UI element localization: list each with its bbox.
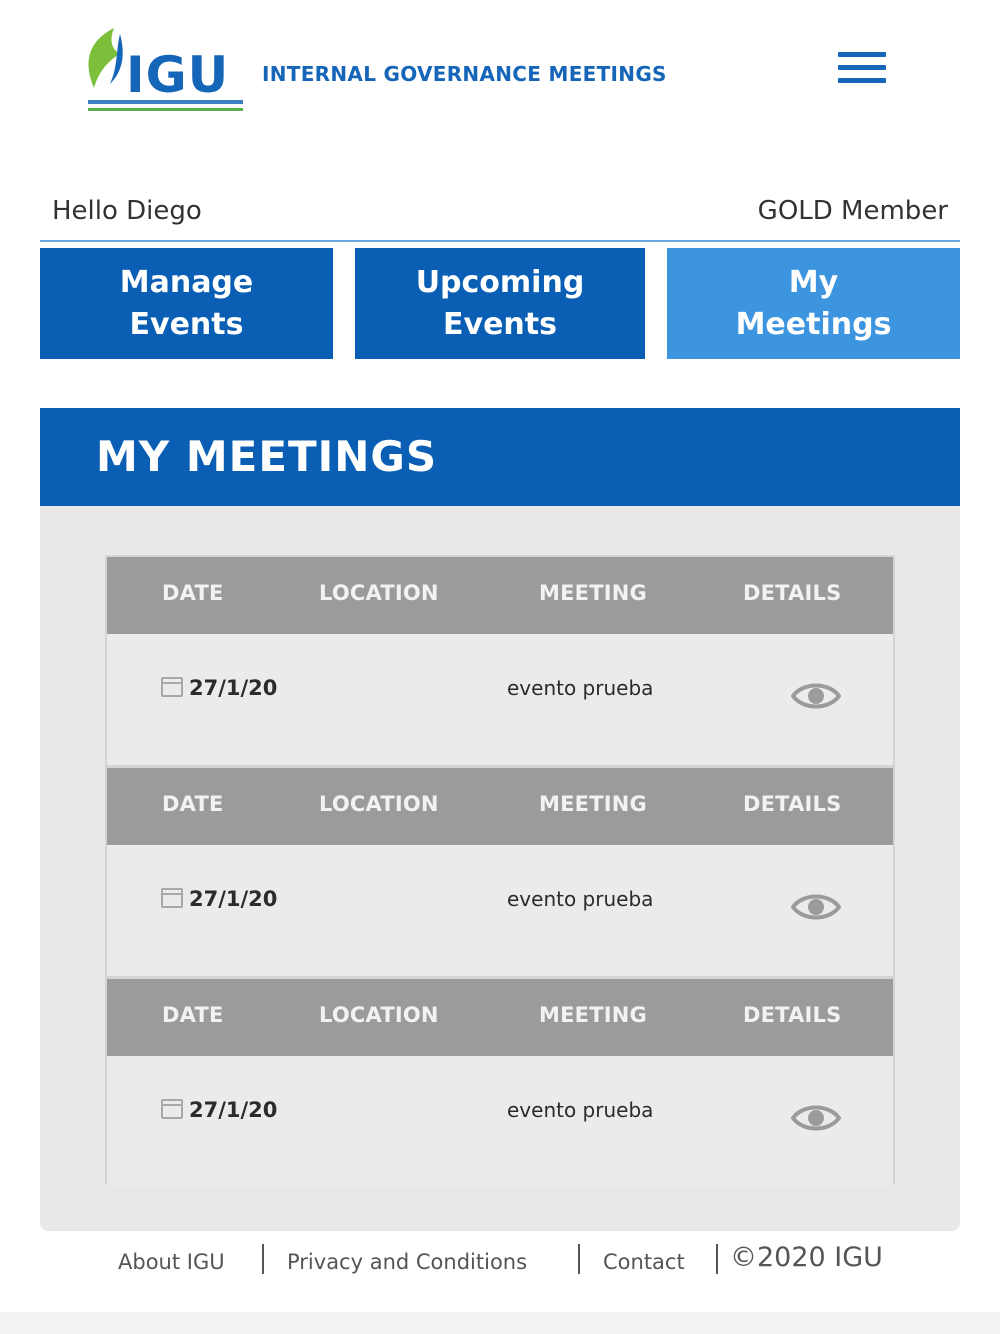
tab-upcoming-events[interactable]: Upcoming Events [355, 248, 645, 359]
column-header-location: LOCATION [319, 581, 439, 605]
column-header-details: DETAILS [743, 792, 842, 816]
logo-subtext-line [88, 100, 243, 104]
table-header: DATE LOCATION MEETING DETAILS [107, 979, 893, 1056]
logo-subtext-line-2 [88, 108, 243, 111]
leaf-icon [88, 28, 123, 88]
membership-level: GOLD Member [757, 196, 948, 226]
section-header: MY MEETINGS [40, 408, 960, 506]
column-header-location: LOCATION [319, 1003, 439, 1027]
meetings-table: DATE LOCATION MEETING DETAILS 27/1/20 ev… [105, 555, 895, 1187]
calendar-icon [161, 888, 183, 908]
table-row: 27/1/20 evento prueba [107, 845, 893, 976]
column-header-meeting: MEETING [539, 1003, 647, 1027]
header: IGU INTERNAL GOVERNANCE MEETINGS [0, 0, 1000, 140]
meeting-date-value: 27/1/20 [189, 887, 278, 911]
meeting-date: 27/1/20 [161, 887, 277, 911]
meeting-date-value: 27/1/20 [189, 1098, 278, 1122]
meeting-date: 27/1/20 [161, 676, 277, 700]
column-header-date: DATE [162, 581, 224, 605]
column-header-date: DATE [162, 792, 224, 816]
table-header: DATE LOCATION MEETING DETAILS [107, 768, 893, 845]
column-header-details: DETAILS [743, 1003, 842, 1027]
copyright: ©2020 IGU [730, 1242, 883, 1273]
tab-label-line2: Meetings [735, 307, 892, 342]
meeting-name: evento prueba [507, 887, 654, 911]
tab-label-line2: Events [443, 307, 557, 342]
footer-divider [578, 1244, 580, 1274]
bottom-strip [0, 1312, 1000, 1334]
footer: About IGU Privacy and Conditions Contact… [0, 1238, 1000, 1288]
meeting-name: evento prueba [507, 676, 654, 700]
page-title: MY MEETINGS [96, 432, 438, 481]
column-header-location: LOCATION [319, 792, 439, 816]
footer-link-contact[interactable]: Contact [603, 1250, 685, 1274]
user-greeting: Hello Diego [52, 196, 202, 226]
tab-manage-events[interactable]: Manage Events [40, 248, 333, 359]
column-header-date: DATE [162, 1003, 224, 1027]
footer-link-privacy[interactable]: Privacy and Conditions [287, 1250, 527, 1274]
tab-label-line2: Events [129, 307, 244, 342]
meeting-name: evento prueba [507, 1098, 654, 1122]
calendar-icon [161, 1099, 183, 1119]
calendar-icon [161, 677, 183, 697]
greeting-bar: Hello Diego GOLD Member [40, 196, 960, 242]
eye-icon[interactable] [791, 680, 841, 712]
table-row: 27/1/20 evento prueba [107, 634, 893, 765]
logo-wordmark: IGU [126, 46, 230, 104]
footer-link-about[interactable]: About IGU [118, 1250, 225, 1274]
meeting-date: 27/1/20 [161, 1098, 277, 1122]
tab-label-line1: My [788, 265, 839, 300]
footer-divider [262, 1244, 264, 1274]
table-header: DATE LOCATION MEETING DETAILS [107, 557, 893, 634]
tab-label-line1: Manage [119, 265, 254, 300]
column-header-details: DETAILS [743, 581, 842, 605]
hamburger-menu-icon[interactable] [838, 52, 886, 84]
footer-divider [716, 1244, 718, 1274]
igu-logo[interactable]: IGU [80, 26, 245, 116]
meeting-date-value: 27/1/20 [189, 676, 278, 700]
site-title: INTERNAL GOVERNANCE MEETINGS [262, 62, 667, 86]
eye-icon[interactable] [791, 891, 841, 923]
table-row: 27/1/20 evento prueba [107, 1056, 893, 1187]
tab-label-line1: Upcoming [415, 265, 585, 300]
column-header-meeting: MEETING [539, 792, 647, 816]
tab-my-meetings[interactable]: My Meetings [667, 248, 960, 359]
eye-icon[interactable] [791, 1102, 841, 1134]
column-header-meeting: MEETING [539, 581, 647, 605]
